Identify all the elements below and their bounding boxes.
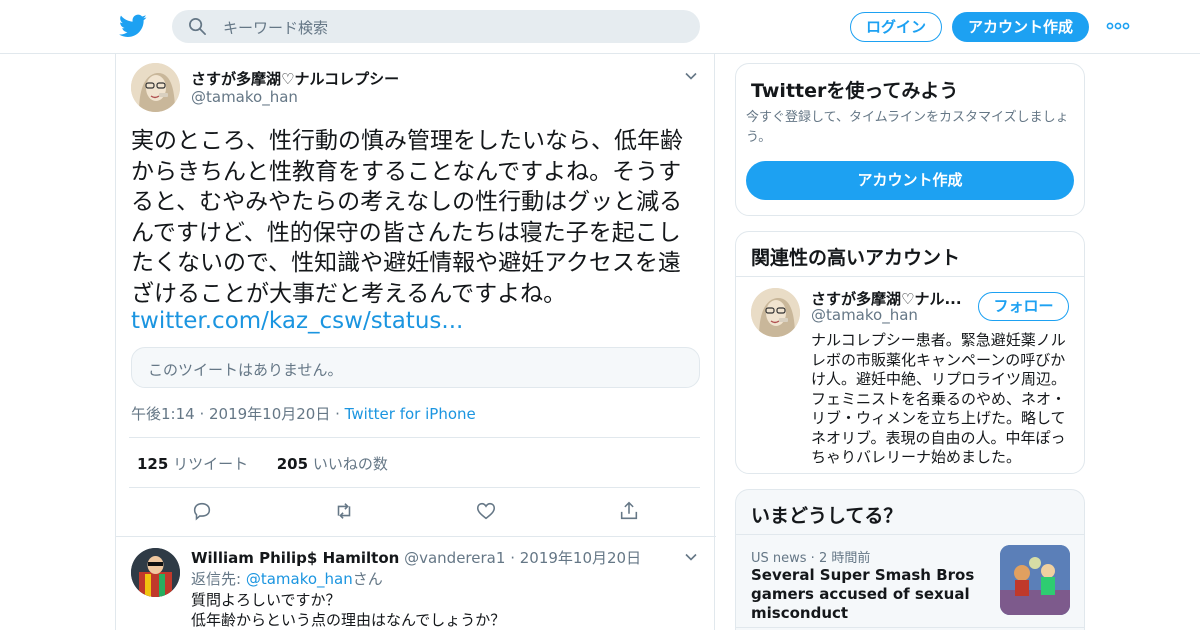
related-accounts-card: 関連性の高いアカウント さすが多摩湖♡ナル... @tamako_han フォロ… <box>735 231 1085 474</box>
retweet-count[interactable]: 125 <box>137 455 168 473</box>
search-placeholder: キーワード検索 <box>223 19 329 37</box>
divider <box>116 536 716 537</box>
trends-card: いまどうしてる？ US news · 2 時間前 Several Super S… <box>735 489 1085 630</box>
search-icon <box>189 18 206 35</box>
reply-to-handle[interactable]: @tamako_han <box>246 570 353 588</box>
like-count[interactable]: 205 <box>277 455 308 473</box>
divider <box>736 276 1084 277</box>
tweet-link[interactable]: twitter.com/kaz_csw/status... <box>131 308 463 334</box>
related-account-bio: ナルコレプシー患者。緊急避妊薬ノルレボの市販薬化キャンペーンの呼びかけ人。避妊中… <box>811 331 1067 466</box>
twitter-logo-icon[interactable] <box>119 12 147 40</box>
trends-title: いまどうしてる？ <box>751 505 903 527</box>
signup-card-button[interactable]: アカウント作成 <box>746 161 1074 200</box>
trend-time: 2 時間前 <box>818 551 871 566</box>
more-dots-icon[interactable] <box>1106 18 1130 34</box>
follow-button[interactable]: フォロー <box>978 292 1069 321</box>
divider <box>129 487 700 488</box>
retweet-icon[interactable] <box>333 500 355 522</box>
trend-thumbnail[interactable] <box>1000 545 1070 615</box>
author-handle[interactable]: @tamako_han <box>191 88 298 106</box>
divider <box>736 627 1084 628</box>
reply-to: 返信先: @tamako_hanさん <box>191 568 383 589</box>
related-account-handle[interactable]: @tamako_han <box>811 306 918 324</box>
trend-meta: US news · 2 時間前 <box>751 551 871 566</box>
reply-date[interactable]: 2019年10月20日 <box>520 549 641 567</box>
reply-icon[interactable] <box>191 500 213 522</box>
retweet-label[interactable]: リツイート <box>173 455 248 473</box>
chevron-down-icon[interactable] <box>684 69 698 83</box>
quote-unavailable-text: このツイートはありません。 <box>148 361 343 379</box>
top-bar: キーワード検索 ログイン アカウント作成 <box>0 0 1200 54</box>
divider <box>129 437 700 438</box>
tweet-source[interactable]: Twitter for iPhone <box>345 405 476 423</box>
search-input[interactable]: キーワード検索 <box>172 10 700 43</box>
reply-text-line: 低年齢からという点の理由はなんでしょうか？ <box>191 611 506 629</box>
signup-card-subtitle: 今すぐ登録して、タイムラインをカスタマイズしましょう。 <box>746 110 1069 145</box>
tweet-time[interactable]: 午後1:14 <box>131 405 195 423</box>
tweet-text: 実のところ、性行動の慎み管理をしたいなら、低年齢からきちんと性教育をすることなん… <box>131 128 683 307</box>
tweet-date[interactable]: 2019年10月20日 <box>209 405 330 423</box>
signup-card: Twitterを使ってみよう 今すぐ登録して、タイムラインをカスタマイズしましょ… <box>735 63 1085 216</box>
avatar[interactable] <box>131 63 180 112</box>
related-avatar[interactable] <box>751 288 800 337</box>
like-label[interactable]: いいねの数 <box>313 455 388 473</box>
tweet-meta: 午後1:14 · 2019年10月20日 · Twitter for iPhon… <box>131 405 476 423</box>
share-icon[interactable] <box>618 500 640 522</box>
divider <box>736 534 1084 535</box>
trend-headline[interactable]: Several Super Smash Bros gamers accused … <box>751 566 996 623</box>
reply-avatar[interactable] <box>131 548 180 597</box>
related-accounts-title: 関連性の高いアカウント <box>751 247 961 269</box>
reply-author-handle[interactable]: @vanderera1 <box>404 549 505 567</box>
trend-category: US news <box>751 551 807 566</box>
author-name[interactable]: さすが多摩湖♡ナルコレプシー <box>191 68 399 89</box>
quoted-tweet-unavailable: このツイートはありません。 <box>131 347 700 388</box>
reply-to-label: 返信先: <box>191 570 242 588</box>
tweet-stats: 125 リツイート 205 いいねの数 <box>137 453 388 474</box>
signup-card-title: Twitterを使ってみよう <box>751 80 959 102</box>
reply-to-suffix: さん <box>352 570 383 588</box>
login-button[interactable]: ログイン <box>850 12 942 42</box>
like-icon[interactable] <box>475 500 497 522</box>
signup-button[interactable]: アカウント作成 <box>952 12 1089 42</box>
chevron-down-icon[interactable] <box>684 550 698 564</box>
reply-header: William Philip$ Hamilton @vanderera1 · 2… <box>191 549 642 567</box>
main-column: さすが多摩湖♡ナルコレプシー @tamako_han 実のところ、性行動の慎み管… <box>115 54 716 630</box>
reply-text-line: 質問よろしいですか？ <box>191 591 341 609</box>
reply-author-name[interactable]: William Philip$ Hamilton <box>191 549 399 567</box>
